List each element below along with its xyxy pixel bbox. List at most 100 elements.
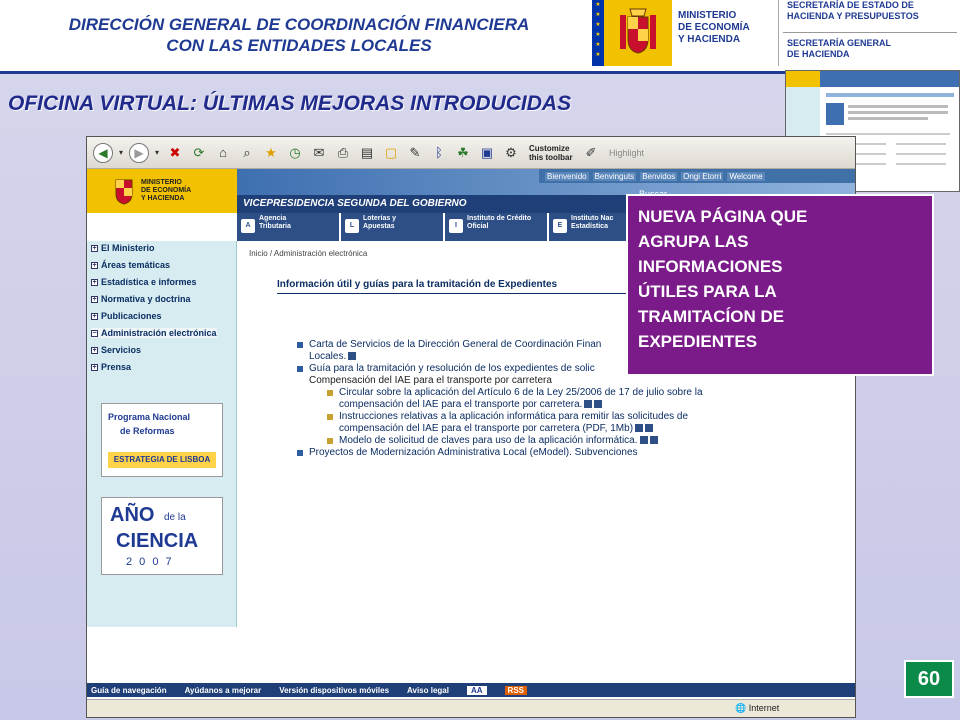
doc-link[interactable]: Guía para la tramitación y resolución de… (309, 363, 595, 374)
secretaria-general-line2: DE HACIENDA (787, 49, 850, 59)
ministry-line1: MINISTERIO (678, 10, 737, 21)
agency-link-ine[interactable]: E Instituto Nac Estadística (549, 213, 629, 241)
link-icon[interactable] (649, 436, 658, 445)
print-icon[interactable]: ⎙ (333, 143, 353, 163)
window-icon[interactable]: ▣ (477, 143, 497, 163)
search-icon[interactable]: ⌕ (237, 143, 257, 163)
list-heading: Compensación del IAE para el transporte … (295, 375, 765, 387)
doc-link[interactable]: Carta de Servicios de la Dirección Gener… (309, 339, 601, 350)
doc-link-cont[interactable]: compensación del IAE para el transporte … (339, 423, 633, 434)
doc-link[interactable]: Circular sobre la aplicación del Artícul… (339, 387, 703, 398)
coat-of-arms-icon (115, 179, 133, 205)
highlight-icon[interactable]: ✐ (581, 143, 601, 163)
site-logo[interactable]: MINISTERIO DE ECONOMÍA Y HACIENDA (87, 169, 237, 213)
footer-link[interactable]: Aviso legal (407, 686, 449, 695)
page-number: 60 (904, 660, 954, 698)
zone-label: Internet (748, 703, 780, 713)
sidebar-item-label: Normativa y doctrina (101, 294, 191, 304)
agency-line2: Apuestas (363, 223, 395, 230)
link-icon[interactable] (645, 424, 654, 433)
bluetooth-icon[interactable]: ᛒ (429, 143, 449, 163)
list-item[interactable]: Circular sobre la aplicación del Artícul… (295, 387, 765, 411)
link-icon[interactable] (594, 400, 603, 409)
favorites-star-icon[interactable]: ★ (261, 143, 281, 163)
sidebar-item-label: Estadística e informes (101, 277, 197, 287)
agency-link-loterias[interactable]: L Loterías y Apuestas (341, 213, 445, 241)
footer-link[interactable]: Versión dispositivos móviles (279, 686, 389, 695)
sidebar-item-estadistica[interactable]: + Estadística e informes (91, 277, 197, 287)
breadcrumb[interactable]: Inicio / Administración electrónica (249, 249, 367, 258)
language-link[interactable]: Benvinguts (592, 171, 637, 181)
notes-icon[interactable]: ▢ (381, 143, 401, 163)
agency-logo-icon: E (553, 219, 567, 233)
doc-link[interactable]: Modelo de solicitud de claves para uso d… (339, 435, 638, 446)
doc-link-cont[interactable]: compensación del IAE para el transporte … (339, 399, 582, 410)
expand-icon[interactable]: + (91, 278, 98, 286)
doc-link-cont[interactable]: Locales. (309, 351, 346, 362)
link-icon[interactable] (348, 352, 357, 361)
language-link[interactable]: Welcome (727, 171, 765, 181)
accessibility-badge[interactable]: AA (466, 685, 487, 695)
browser-status-bar: 🌐 Internet (87, 699, 855, 717)
language-link[interactable]: Ongi Etorri (681, 171, 724, 181)
sidebar-item-normativa[interactable]: + Normativa y doctrina (91, 294, 191, 304)
dropdown-icon[interactable]: ▾ (153, 143, 161, 163)
research-icon[interactable]: ✎ (405, 143, 425, 163)
list-item[interactable]: Modelo de solicitud de claves para uso d… (295, 435, 765, 447)
messenger-icon[interactable]: ☘ (453, 143, 473, 163)
link-icon[interactable] (584, 400, 593, 409)
sidebar-item-prensa[interactable]: + Prensa (91, 362, 131, 372)
sidebar-item-el-ministerio[interactable]: + El Ministerio (91, 243, 155, 253)
list-item[interactable]: Proyectos de Modernización Administrativ… (295, 447, 765, 459)
sidebar-item-areas-tematicas[interactable]: + Áreas temáticas (91, 260, 170, 270)
highlight-label[interactable]: Highlight (609, 148, 644, 158)
agency-link-ico[interactable]: I Instituto de Crédito Oficial (445, 213, 549, 241)
agency-line2: Estadística (571, 223, 608, 230)
history-icon[interactable]: ◷ (285, 143, 305, 163)
doc-link[interactable]: Proyectos de Modernización Administrativ… (309, 447, 638, 458)
rss-badge[interactable]: RSS (504, 685, 527, 695)
callout-line6: EXPEDIENTES (638, 332, 758, 351)
expand-icon[interactable]: + (91, 312, 98, 320)
language-link[interactable]: Benvidos (640, 171, 678, 181)
link-icon[interactable] (639, 436, 648, 445)
expand-icon[interactable]: + (91, 363, 98, 371)
page-title: Información útil y guías para la tramita… (277, 279, 558, 290)
customize-toolbar-label[interactable]: Customize this toolbar (529, 144, 577, 162)
expand-icon[interactable]: + (91, 346, 98, 354)
list-item[interactable]: Instrucciones relativas a la aplicación … (295, 411, 765, 435)
directorate-title-line2: CON LAS ENTIDADES LOCALES (166, 36, 432, 55)
site-footer: Guía de navegación Ayúdanos a mejorar Ve… (87, 683, 855, 697)
forward-icon[interactable]: ▶ (129, 142, 149, 163)
link-icon[interactable] (635, 424, 644, 433)
dropdown-icon[interactable]: ▾ (117, 143, 125, 163)
bullet-icon (297, 450, 303, 456)
edit-icon[interactable]: ▤ (357, 143, 377, 163)
footer-link[interactable]: Ayúdanos a mejorar (185, 686, 262, 695)
directorate-title-line1: DIRECCIÓN GENERAL DE COORDINACIÓN FINANC… (68, 15, 530, 34)
callout-line1: NUEVA PÁGINA QUE (638, 207, 808, 226)
doc-link[interactable]: Instrucciones relativas a la aplicación … (339, 411, 688, 422)
badge1-line1: Programa Nacional (108, 412, 191, 422)
customize-icon[interactable]: ⚙ (501, 143, 521, 163)
collapse-icon[interactable]: − (91, 329, 98, 337)
spain-crest-logo (604, 0, 672, 66)
programa-nacional-reformas-badge[interactable]: Programa Nacional de Reformas ESTRATEGIA… (101, 403, 223, 477)
refresh-icon[interactable]: ⟳ (189, 143, 209, 163)
security-zone: 🌐 Internet (735, 703, 779, 714)
mail-icon[interactable]: ✉ (309, 143, 329, 163)
expand-icon[interactable]: + (91, 261, 98, 269)
expand-icon[interactable]: + (91, 244, 98, 252)
ano-ciencia-badge[interactable]: AÑO de la CIENCIA 2 0 0 7 (101, 497, 223, 575)
back-icon[interactable]: ◀ (93, 142, 113, 163)
language-link[interactable]: Bienvenido (545, 171, 589, 181)
sidebar-item-publicaciones[interactable]: + Publicaciones (91, 311, 162, 321)
sidebar-item-servicios[interactable]: + Servicios (91, 345, 141, 355)
stop-icon[interactable]: ✖ (165, 143, 185, 163)
globe-icon: 🌐 (735, 703, 749, 713)
footer-link[interactable]: Guía de navegación (91, 686, 167, 695)
agency-link-tributaria[interactable]: A Agencia Tributaria (237, 213, 341, 241)
expand-icon[interactable]: + (91, 295, 98, 303)
sidebar-item-administracion-electronica[interactable]: − Administración electrónica (91, 328, 217, 338)
home-icon[interactable]: ⌂ (213, 143, 233, 163)
